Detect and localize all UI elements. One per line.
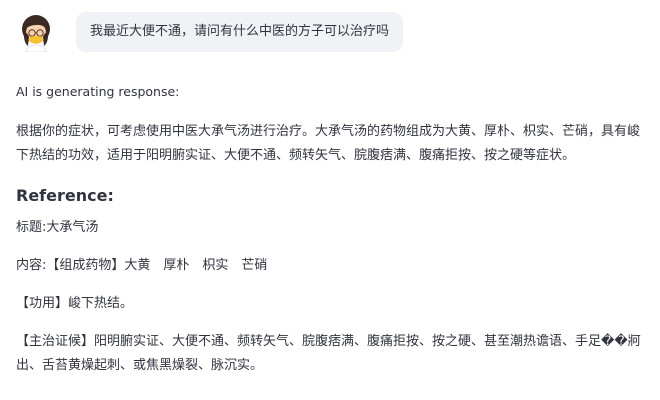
chat-page: 我最近大便不通，请问有什么中医的方子可以治疗吗 AI is generating… xyxy=(0,0,660,400)
user-message-row: 我最近大便不通，请问有什么中医的方子可以治疗吗 xyxy=(16,12,404,52)
user-message-bubble: 我最近大便不通，请问有什么中医的方子可以治疗吗 xyxy=(76,12,404,52)
reference-content: 内容:【组成药物】大黄 厚朴 枳实 芒硝 xyxy=(16,258,268,273)
reference-indication: 【主治证候】阳明腑实证、大便不通、频转矢气、脘腹痞满、腹痛拒按、按之硬、甚至潮热… xyxy=(16,334,641,373)
assistant-response: AI is generating response: 根据你的症状，可考虑使用中… xyxy=(16,82,652,378)
reference-function: 【功用】峻下热结。 xyxy=(16,296,134,311)
reference-heading: Reference: xyxy=(16,186,114,205)
user-avatar-icon xyxy=(22,15,50,52)
assistant-answer: 根据你的症状，可考虑使用中医大承气汤进行治疗。大承气汤的药物组成为大黄、厚朴、枳… xyxy=(16,124,641,163)
generation-status: AI is generating response: xyxy=(16,84,180,99)
reference-title: 标题:大承气汤 xyxy=(16,220,99,235)
